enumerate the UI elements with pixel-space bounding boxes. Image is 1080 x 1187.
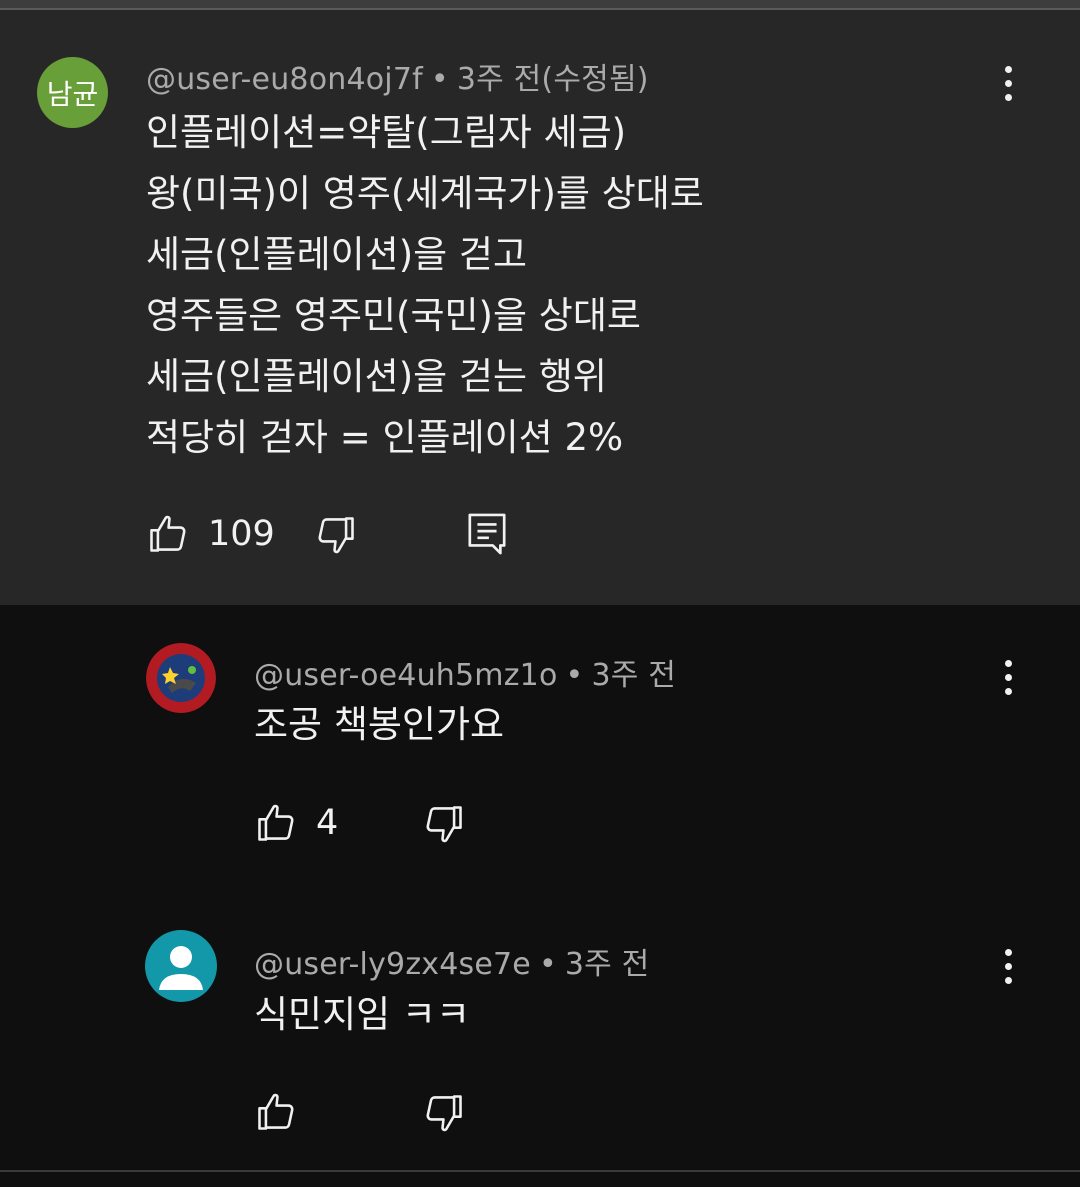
meta-separator: •: [565, 658, 584, 693]
reply-meta: @user-ly9zx4se7e • 3주 전: [254, 939, 649, 983]
dislike-button[interactable]: [422, 802, 466, 846]
comment-line: 인플레이션=약탈(그림자 세금): [146, 111, 627, 154]
person-icon: [159, 946, 203, 990]
author-name[interactable]: @user-ly9zx4se7e: [254, 947, 531, 982]
thumbs-down-icon: [426, 806, 462, 843]
default-person-avatar[interactable]: [145, 930, 217, 1002]
bottom-divider: [0, 1170, 1080, 1187]
like-button[interactable]: [254, 1090, 298, 1134]
comment-line: 적당히 걷자 = 인플레이션 2%: [146, 416, 624, 459]
comment-time: 3주 전(수정됨): [456, 62, 649, 97]
thumbs-up-icon: [258, 1093, 294, 1130]
comment-time: 3주 전: [564, 947, 650, 982]
thumbs-down-icon: [426, 1095, 462, 1132]
like-count: 109: [208, 514, 275, 554]
thumbs-up-icon: [150, 515, 186, 552]
reply-button[interactable]: [466, 511, 508, 557]
like-button[interactable]: 4: [254, 801, 338, 845]
author-name[interactable]: @user-eu8on4oj7f: [146, 62, 423, 97]
comment-line: 영주들은 영주민(국민)을 상대로: [146, 294, 641, 337]
comment-time: 3주 전: [591, 658, 677, 693]
dislike-button[interactable]: [422, 1091, 466, 1135]
highlighted-comment: 남균 @user-eu8on4oj7f • 3주 전(수정됨) 인플레이션=약탈(그…: [0, 10, 1080, 605]
more-vert-icon[interactable]: [988, 647, 1028, 707]
round-badge-avatar[interactable]: [146, 643, 216, 713]
thumbs-up-icon: [258, 804, 294, 841]
comment-line: 왕(미국)이 영주(세계국가)를 상대로: [146, 172, 704, 215]
comment-text: 인플레이션=약탈(그림자 세금) 왕(미국)이 영주(세계국가)를 상대로 세금…: [146, 102, 704, 468]
author-name[interactable]: @user-oe4uh5mz1o: [254, 658, 558, 693]
reply-text: 조공 책봉인가요: [254, 703, 505, 746]
meta-separator: •: [538, 947, 557, 982]
comment-line: 세금(인플레이션)을 걷고: [146, 233, 528, 276]
reply-text: 식민지임 ㅋㅋ: [254, 993, 471, 1036]
like-count: 4: [316, 803, 339, 843]
thumbs-down-icon: [318, 517, 354, 554]
like-button[interactable]: 109: [146, 512, 275, 556]
reply-comment-icon: [468, 513, 506, 555]
reply-meta: @user-oe4uh5mz1o • 3주 전: [254, 650, 676, 694]
meta-separator: •: [430, 62, 449, 97]
comment-line: 세금(인플레이션)을 걷는 행위: [146, 355, 607, 398]
more-vert-icon[interactable]: [988, 53, 1028, 113]
dislike-button[interactable]: [314, 513, 358, 557]
comment-meta: @user-eu8on4oj7f • 3주 전(수정됨): [146, 54, 649, 98]
more-vert-icon[interactable]: [988, 936, 1028, 996]
avatar[interactable]: 남균: [37, 57, 108, 128]
